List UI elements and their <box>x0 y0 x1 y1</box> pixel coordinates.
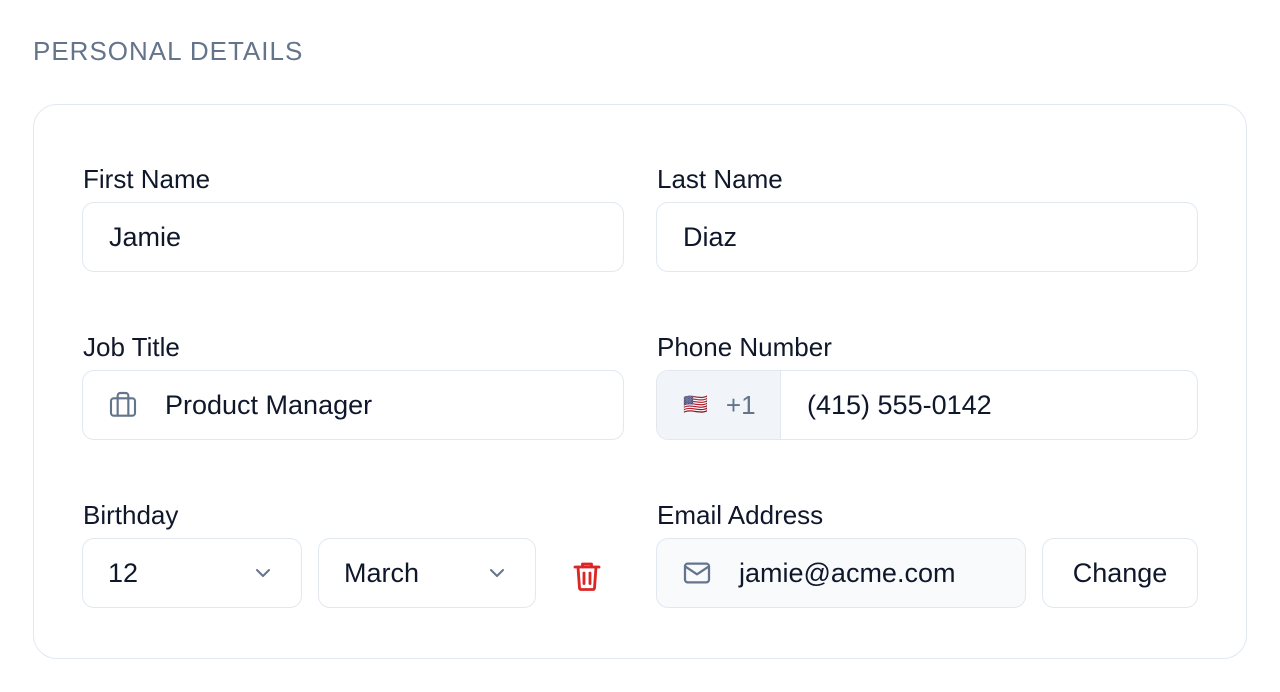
country-code: +1 <box>725 389 756 420</box>
first-name-label: First Name <box>83 164 211 194</box>
email-address-value: jamie@acme.com <box>739 557 956 588</box>
job-title-input[interactable]: Product Manager <box>82 370 624 440</box>
last-name-value: Diaz <box>683 221 738 252</box>
section-title: PERSONAL DETAILS <box>33 36 304 66</box>
last-name-label: Last Name <box>657 164 783 194</box>
change-email-button[interactable]: Change <box>1042 538 1198 608</box>
phone-number-value: (415) 555-0142 <box>807 389 992 420</box>
chevron-down-icon <box>485 561 509 585</box>
job-title-label: Job Title <box>83 332 180 362</box>
mail-icon <box>681 557 713 589</box>
last-name-input[interactable]: Diaz <box>656 202 1198 272</box>
phone-number-label: Phone Number <box>657 332 832 362</box>
birthday-label: Birthday <box>83 500 179 530</box>
email-address-label: Email Address <box>657 500 824 530</box>
birthday-month-select[interactable]: March <box>318 538 536 608</box>
birthday-day-value: 12 <box>108 557 139 588</box>
trash-icon[interactable] <box>568 558 606 594</box>
first-name-input[interactable]: Jamie <box>82 202 624 272</box>
email-address-field: jamie@acme.com <box>656 538 1026 608</box>
country-code-selector[interactable]: 🇺🇸 +1 <box>657 371 781 439</box>
briefcase-icon <box>107 389 139 421</box>
first-name-value: Jamie <box>109 221 182 252</box>
chevron-down-icon <box>251 561 275 585</box>
job-title-value: Product Manager <box>165 389 373 420</box>
birthday-month-value: March <box>344 557 420 588</box>
birthday-day-select[interactable]: 12 <box>82 538 302 608</box>
phone-number-input[interactable]: 🇺🇸 +1 (415) 555-0142 <box>656 370 1198 440</box>
us-flag-icon: 🇺🇸 <box>683 394 708 416</box>
